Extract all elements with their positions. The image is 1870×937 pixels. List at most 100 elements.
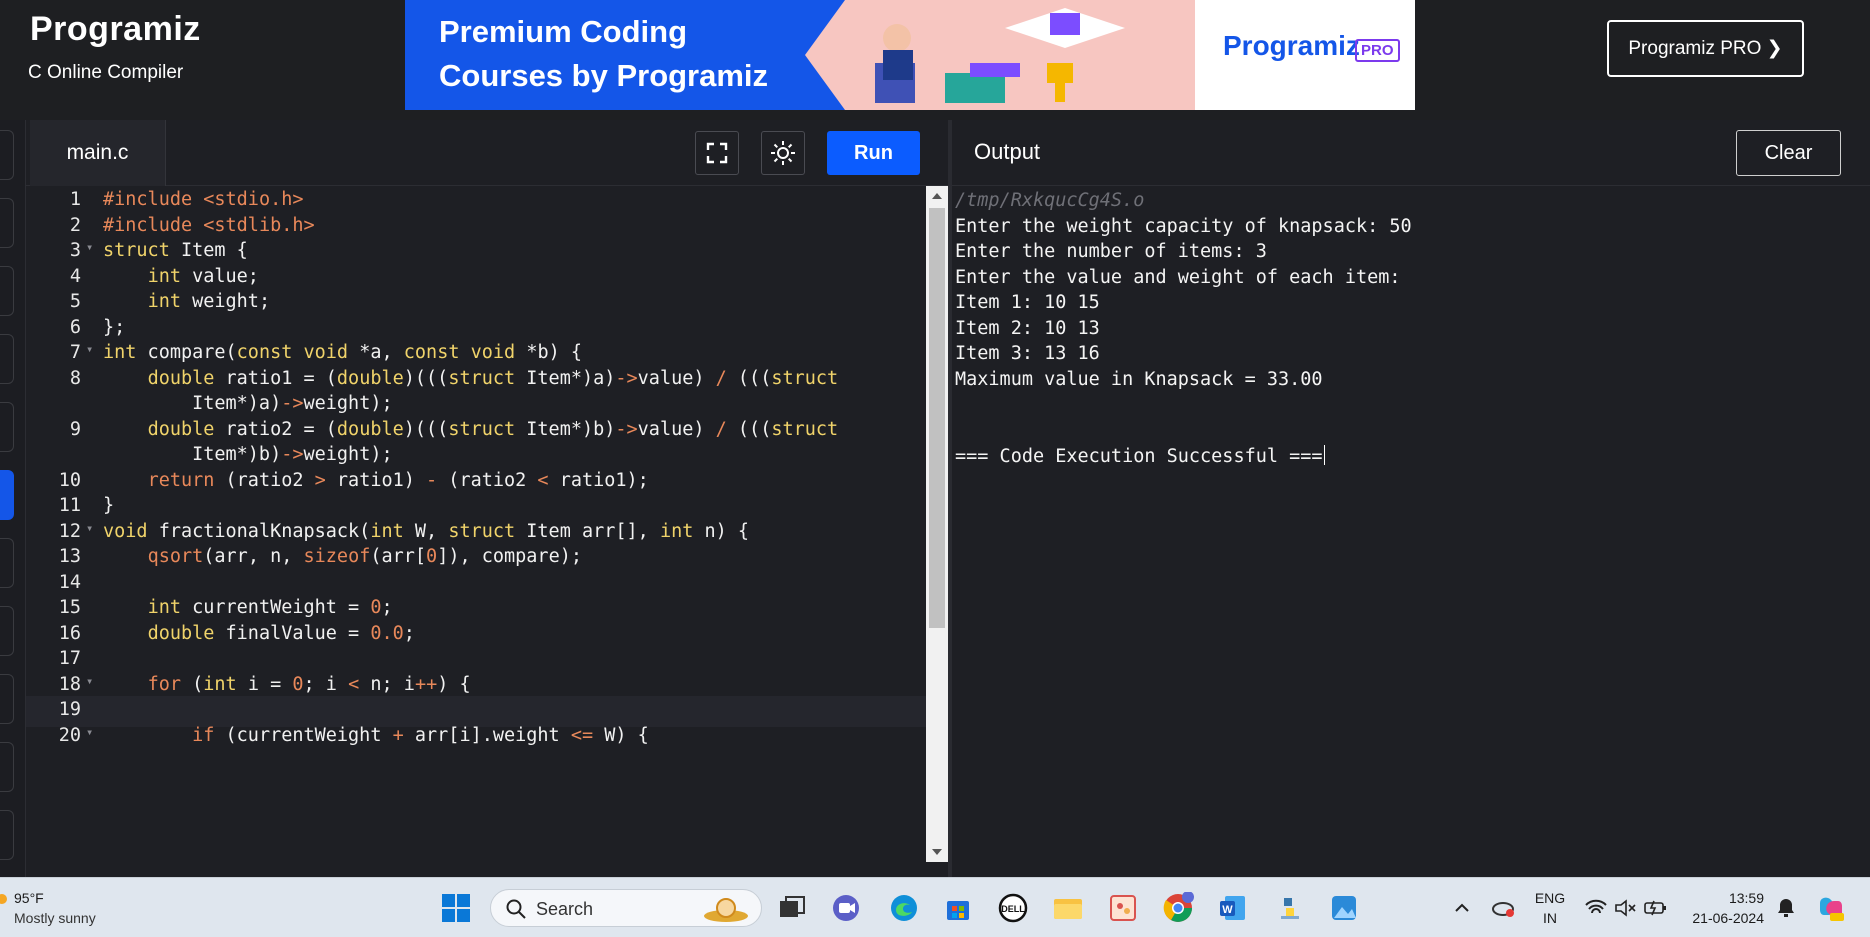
copilot-icon[interactable] [1815,892,1847,924]
wifi-icon[interactable] [1580,892,1612,924]
weather-description[interactable]: Mostly sunny [14,910,96,926]
programiz-pro-button[interactable]: Programiz PRO ❯ [1607,20,1804,77]
editor-scrollbar[interactable] [926,186,948,862]
svg-text:DELL: DELL [1001,904,1025,914]
banner-programiz-logo: Programiz [1223,30,1360,61]
windows-start-icon[interactable] [440,892,472,924]
clock-time[interactable]: 13:59 [1678,890,1764,906]
line-number: 17 [58,648,81,669]
ad-banner[interactable]: Premium Coding Courses by Programiz Prog… [405,0,1415,110]
banner-line-2: Courses by Programiz [439,58,769,93]
code-line[interactable]: 20 ▾ if (currentWeight + arr[i].weight <=… [26,722,926,753]
code-text: qsort(arr, n, sizeof(arr[0]), compare); [147,546,582,567]
code-text: double ratio2 = (double)(((struct Item*)… [147,418,839,440]
svg-text:W: W [1222,904,1233,916]
editor-toolbar: main.c Run [26,120,948,186]
language-indicator-bottom[interactable]: IN [1532,910,1568,926]
taskbar-search-box[interactable]: Search [490,889,762,927]
code-text: }; [103,316,126,338]
text-cursor [1323,445,1325,465]
chevron-up-icon[interactable] [1446,892,1478,924]
line-number: 15 [58,597,81,618]
edge-icon[interactable] [888,892,920,924]
python-icon[interactable] [1273,892,1305,924]
banner-line-1: Premium Coding [439,14,688,49]
code-text: struct Item { [103,240,248,261]
battery-icon[interactable] [1640,892,1672,924]
chrome-icon[interactable] [1162,892,1194,924]
file-explorer-icon[interactable] [1052,892,1084,924]
cloud-sync-icon[interactable] [1488,892,1520,924]
output-console[interactable]: /tmp/RxkqucCg4S.o Enter the weight capaci… [952,186,1870,877]
code-text: for (int i = 0; i < n; i++) { [147,673,471,695]
fold-toggle-icon[interactable]: ▾ [86,342,93,356]
word-icon[interactable]: W [1217,892,1249,924]
line-number: 20 [58,724,81,746]
fold-toggle-icon[interactable]: ▾ [86,725,93,739]
search-icon [506,899,526,919]
output-line: Enter the value and weight of each item: [955,266,1401,288]
language-icon-8[interactable] [0,606,14,656]
language-sidebar [0,120,26,877]
code-editor[interactable]: 1 #include <stdio.h> 2 #include <stdlib.h> 3… [26,186,926,877]
store-icon[interactable] [942,892,974,924]
fullscreen-button[interactable] [695,131,739,175]
file-tab-main-c[interactable]: main.c [30,120,166,186]
output-line: Item 1: 10 15 [955,292,1100,313]
theme-toggle-button[interactable] [761,131,805,175]
fold-toggle-icon[interactable]: ▾ [86,521,93,535]
task-view-icon[interactable] [776,892,808,924]
volume-muted-icon[interactable] [1610,892,1642,924]
code-text: int currentWeight = 0; [147,597,393,618]
language-icon-2[interactable] [0,198,14,248]
line-number: 10 [58,469,81,491]
code-text: if (currentWeight + arr[i].weight <= W) … [192,724,649,746]
line-number: 3 [69,240,81,261]
notification-bell-icon[interactable] [1770,892,1802,924]
output-toolbar: Output Clear [952,120,1870,186]
output-line: Maximum value in Knapsack = 33.00 [955,368,1323,390]
fold-toggle-icon[interactable]: ▾ [86,674,93,688]
line-number: 12 [58,520,81,542]
scroll-up-arrow-icon[interactable] [932,193,942,199]
language-icon-3[interactable] [0,266,14,316]
line-number: 4 [69,265,81,287]
language-icon-11[interactable] [0,810,14,860]
banner-headline: Premium Coding Courses by Programiz [439,10,768,98]
weather-temperature[interactable]: 95°F [14,890,44,906]
language-icon-c[interactable] [0,470,14,520]
fold-toggle-icon[interactable]: ▾ [86,240,93,254]
line-number: 8 [69,367,81,389]
code-text: Item*)a)->weight); [103,393,393,414]
paint-icon[interactable] [1107,892,1139,924]
scroll-thumb[interactable] [929,208,945,628]
output-line: Item 3: 13 16 [955,343,1100,364]
clock-date[interactable]: 21-06-2024 [1678,910,1764,926]
output-line: === Code Execution Successful === [955,445,1325,467]
dell-icon[interactable]: DELL [997,892,1029,924]
language-icon-5[interactable] [0,402,14,452]
page-subtitle: C Online Compiler [28,62,184,83]
line-number: 11 [58,495,81,516]
language-icon-9[interactable] [0,674,14,724]
output-title: Output [974,139,1041,164]
clear-button[interactable]: Clear [1736,130,1841,176]
line-number: 16 [58,622,81,644]
output-line: Enter the number of items: 3 [955,241,1267,262]
language-indicator-top[interactable]: ENG [1532,890,1568,906]
top-header: Programiz C Online Compiler Premium Codi… [0,0,1870,120]
output-line: Item 2: 10 13 [955,317,1100,339]
banner-pro-badge: PRO [1355,39,1400,62]
meet-icon[interactable] [830,892,862,924]
programiz-logo[interactable]: Programiz [30,10,201,49]
language-icon-4[interactable] [0,334,14,384]
line-number: 7 [69,342,81,363]
photos-icon[interactable] [1328,892,1360,924]
language-icon-7[interactable] [0,538,14,588]
run-button[interactable]: Run [827,131,920,175]
code-text: Item*)b)->weight); [103,444,393,465]
language-icon-10[interactable] [0,742,14,792]
language-icon-1[interactable] [0,130,14,180]
code-text: int compare(const void *a, const void *b… [103,342,583,363]
scroll-down-arrow-icon[interactable] [932,849,942,855]
